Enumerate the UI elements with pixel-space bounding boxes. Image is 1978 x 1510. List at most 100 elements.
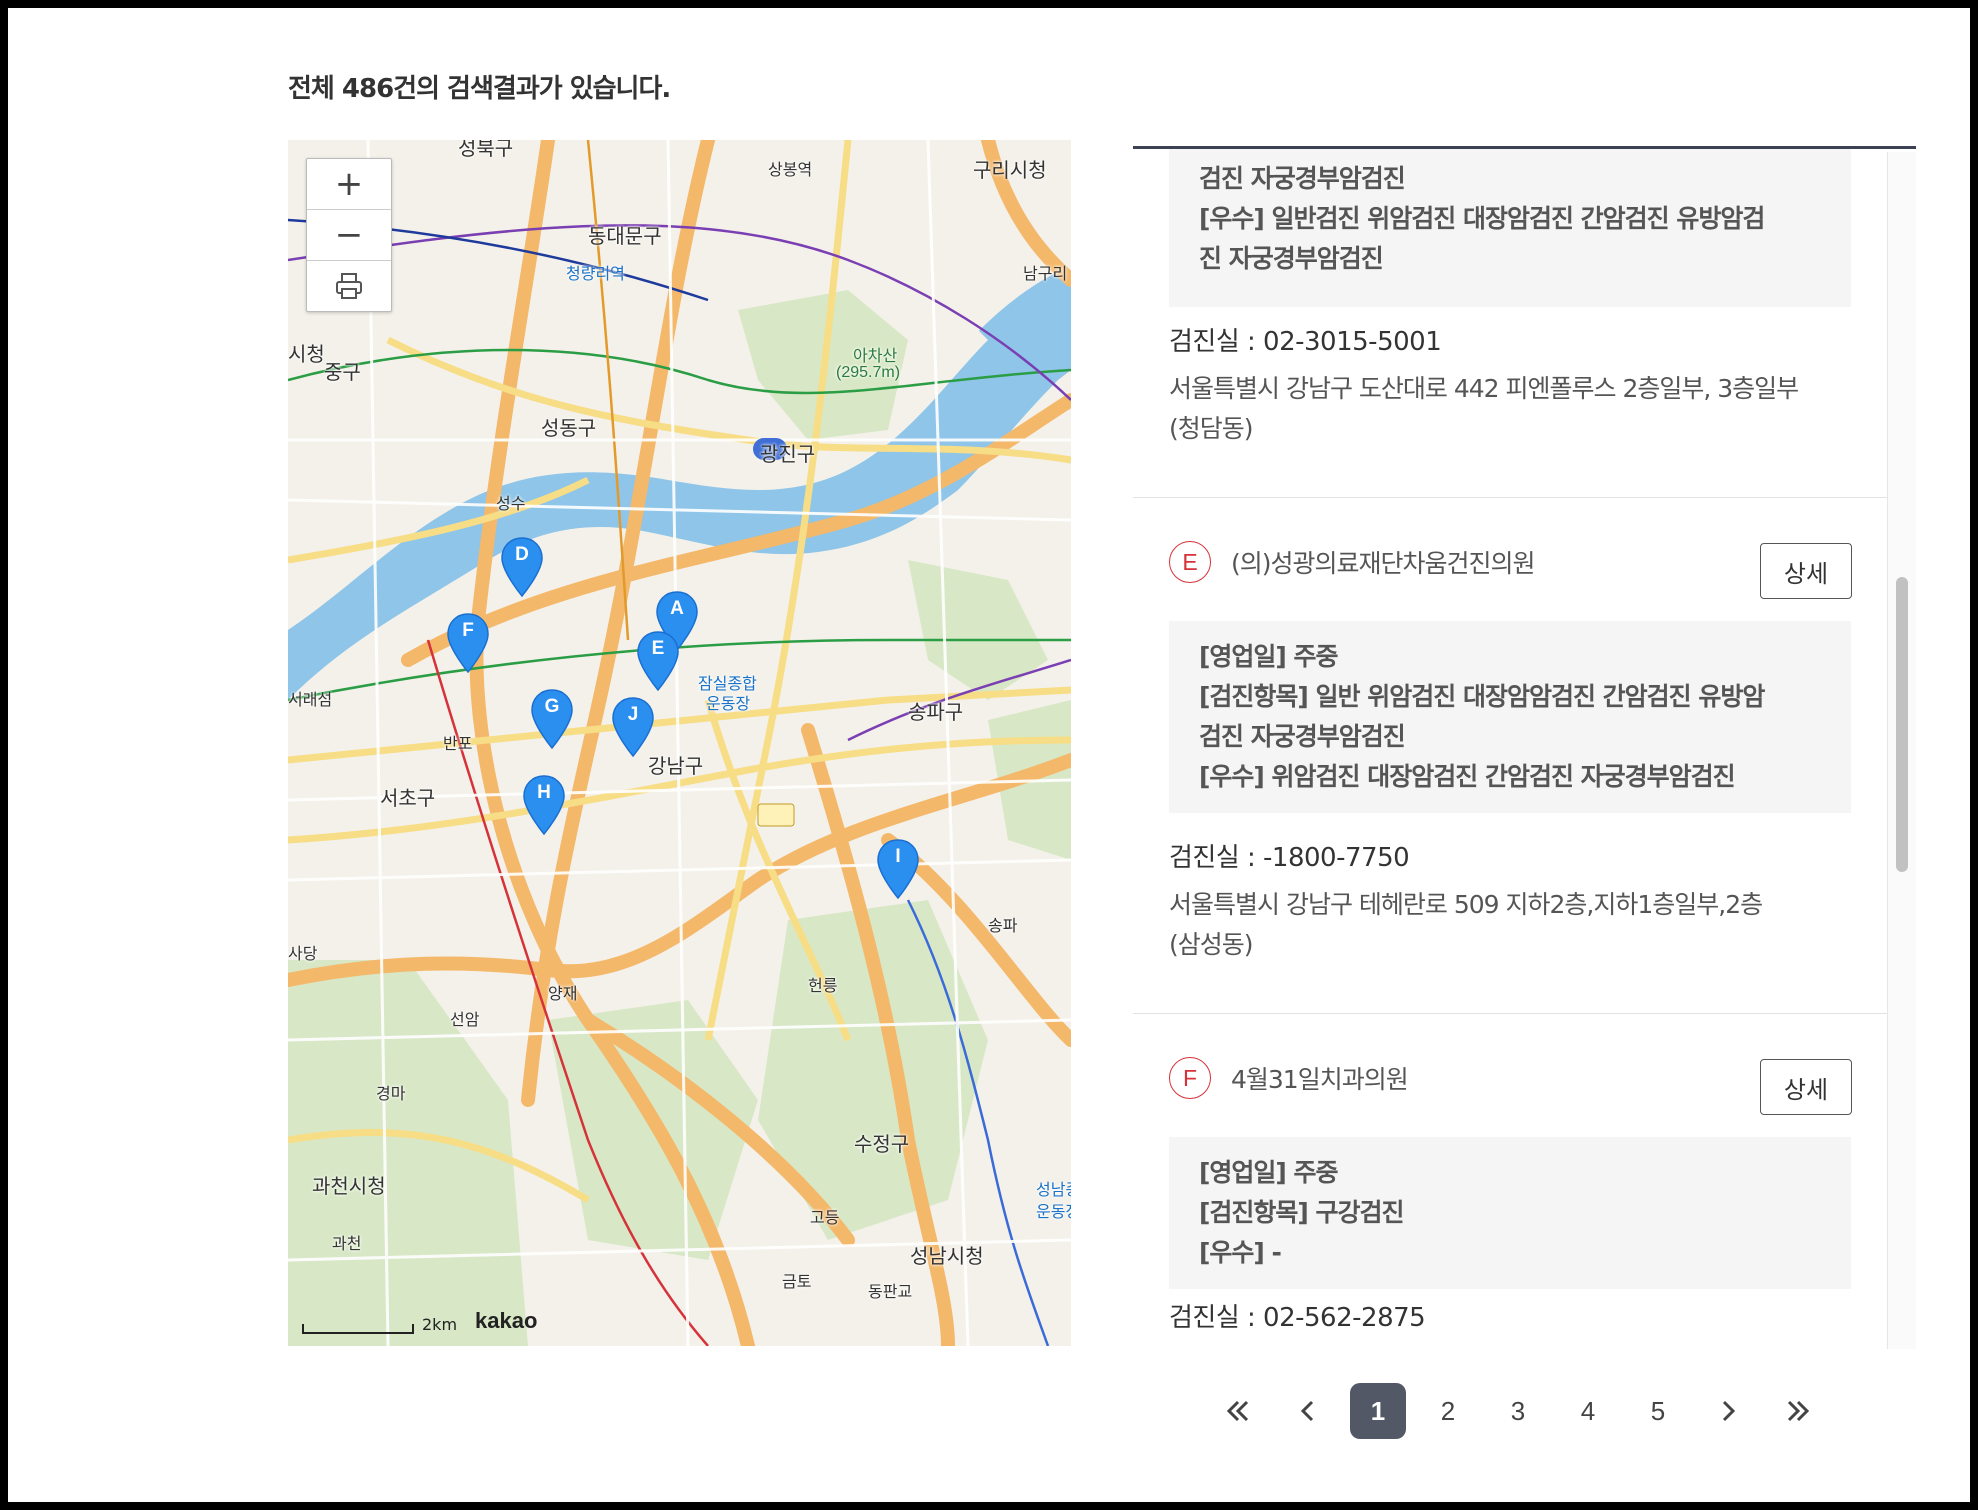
map-place-label: 강남구 [648, 756, 704, 778]
map-place-label: 성남종 [1036, 1182, 1071, 1199]
map-place-label: 양재 [548, 986, 578, 1003]
map-place-label: 성수 [496, 496, 526, 513]
map-place-label: 서래섬 [288, 692, 333, 709]
map-place-label: 구리시청 [973, 160, 1047, 182]
scale-label: 2km [422, 1315, 458, 1334]
map-place-label: 청량리역 [566, 266, 625, 283]
double-chevron-right-icon [1787, 1400, 1810, 1422]
printer-icon [336, 273, 362, 299]
map-marker-letter: E [651, 638, 665, 659]
map-place-label: 남구리 [1023, 266, 1068, 283]
detail-button[interactable]: 상세 [1760, 543, 1852, 599]
clinic-name: 4월31일치과의원 [1231, 1065, 1409, 1094]
map-place-label: 동판교 [868, 1284, 913, 1301]
map-marker-g[interactable]: G [530, 688, 574, 750]
scale-bar [302, 1324, 414, 1334]
list-item[interactable]: E (의)성광의료재단차움건진의원 상세 [영업일] 주중 [검진항목] 일반 … [1133, 497, 1888, 1014]
map-place-label: 동대문구 [588, 226, 662, 248]
map-place-label: 성북구 [458, 140, 514, 160]
map-place-label: (295.7m) [836, 364, 901, 381]
map-marker-letter: I [895, 846, 901, 867]
map-place-label: 상봉역 [768, 162, 813, 179]
zoom-out-button[interactable]: − [307, 210, 391, 261]
map-place-label: 헌릉 [808, 978, 838, 995]
pagination: 1 2 3 4 5 [1203, 1383, 1833, 1439]
chevron-left-icon [1300, 1400, 1314, 1422]
map-marker-letter: J [627, 704, 639, 725]
prev-page-button[interactable] [1280, 1383, 1336, 1439]
address-line: (삼성동) [1169, 930, 1254, 959]
info-line: [검진항목] 일반 위암검진 대장암암검진 간암검진 유방암 [1199, 682, 1765, 711]
map-place-label: 아차산 [853, 348, 898, 365]
page: 전체 486건의 검색결과가 있습니다. + − 성북구 상봉역 구리시청 동대… [8, 8, 1970, 1502]
last-page-button[interactable] [1770, 1383, 1826, 1439]
map-place-label: 과천시청 [312, 1176, 386, 1198]
page-3-button[interactable]: 3 [1490, 1383, 1546, 1439]
scrollbar-thumb[interactable] [1896, 577, 1908, 872]
map-place-label: 반포 [443, 736, 473, 753]
map-place-label: 서초구 [380, 788, 436, 810]
print-button[interactable] [307, 261, 391, 311]
page-1-button[interactable]: 1 [1350, 1383, 1406, 1439]
map-marker-letter: H [537, 782, 551, 803]
marker-letter-badge: F [1169, 1057, 1211, 1099]
map[interactable]: + − 성북구상봉역 구리시청동대문구청량리역 남구리시청 중구 아차산 (295.7m)… [288, 140, 1071, 1346]
map-place-label: 시청 [288, 344, 325, 366]
map-marker-j[interactable]: J [611, 696, 655, 758]
address-line: 서울특별시 강남구 테헤란로 509 지하2층,지하1층일부,2층 [1169, 890, 1763, 919]
page-4-button[interactable]: 4 [1560, 1383, 1616, 1439]
map-marker-letter: D [515, 544, 529, 565]
address: 서울특별시 강남구 테헤란로 509 지하2층,지하1층일부,2층 (삼성동) [1169, 885, 1869, 965]
item-header: E (의)성광의료재단차움건진의원 [1169, 541, 1536, 583]
info-line: [우수] 일반검진 위암검진 대장암검진 간암검진 유방암검 [1199, 204, 1765, 233]
info-line: 검진 자궁경부암검진 [1199, 164, 1406, 193]
map-place-label: 중구 [324, 362, 361, 384]
map-marker-i[interactable]: I [876, 838, 920, 900]
map-place-label: 고등 [810, 1210, 840, 1227]
map-place-label: 운동장 [706, 696, 751, 713]
map-base-layer [288, 140, 1071, 1346]
phone-number: 검진실 : 02-562-2875 [1169, 1303, 1426, 1333]
info-line: [우수] 위암검진 대장암검진 간암검진 자궁경부암검진 [1199, 762, 1736, 791]
phone-number: 검진실 : -1800-7750 [1169, 843, 1410, 873]
map-marker-letter: A [670, 598, 684, 619]
info-line: [영업일] 주중 [1199, 642, 1339, 671]
map-place-label: 운동장 [1036, 1204, 1071, 1221]
map-marker-letter: F [462, 620, 474, 641]
map-place-label: 성남시청 [910, 1246, 984, 1268]
page-5-button[interactable]: 5 [1630, 1383, 1686, 1439]
map-place-label: 송파구 [908, 702, 964, 724]
map-marker-d[interactable]: D [500, 536, 544, 598]
info-box: 검진 자궁경부암검진 [우수] 일반검진 위암검진 대장암검진 간암검진 유방암… [1169, 149, 1851, 307]
info-box: [영업일] 주중 [검진항목] 구강검진 [우수] - [1169, 1137, 1851, 1289]
map-zoom-control: + − [306, 158, 392, 312]
info-line: [우수] - [1199, 1238, 1282, 1267]
first-page-button[interactable] [1210, 1383, 1266, 1439]
map-place-label: 성동구 [541, 418, 597, 440]
info-line: 진 자궁경부암검진 [1199, 244, 1384, 273]
info-line: [검진항목] 구강검진 [1199, 1198, 1405, 1227]
map-scale: 2km kakao [302, 1308, 537, 1334]
map-marker-e[interactable]: E [636, 630, 680, 692]
chevron-right-icon [1722, 1400, 1736, 1422]
address-line: 서울특별시 강남구 도산대로 442 피엔폴루스 2층일부, 3층일부 [1169, 374, 1799, 403]
zoom-in-button[interactable]: + [307, 159, 391, 210]
map-place-label: 광진구 [760, 444, 816, 466]
kakao-logo: kakao [475, 1308, 538, 1333]
map-place-label: 과천 [332, 1236, 362, 1253]
address-line: (청담동) [1169, 414, 1254, 443]
map-place-label: 금토 [782, 1274, 812, 1291]
next-page-button[interactable] [1700, 1383, 1756, 1439]
list-item: 검진 자궁경부암검진 [우수] 일반검진 위암검진 대장암검진 간암검진 유방암… [1133, 149, 1888, 498]
map-marker-h[interactable]: H [522, 774, 566, 836]
list-item[interactable]: F 4월31일치과의원 상세 [영업일] 주중 [검진항목] 구강검진 [우수]… [1133, 1013, 1888, 1349]
phone-number: 검진실 : 02-3015-5001 [1169, 327, 1442, 357]
clinic-name: (의)성광의료재단차움건진의원 [1231, 549, 1536, 578]
result-list[interactable]: 검진 자궁경부암검진 [우수] 일반검진 위암검진 대장암검진 간암검진 유방암… [1133, 146, 1916, 1349]
double-chevron-left-icon [1226, 1400, 1249, 1422]
map-marker-f[interactable]: F [446, 612, 490, 674]
list-scrollbar[interactable] [1887, 152, 1916, 1349]
page-2-button[interactable]: 2 [1420, 1383, 1476, 1439]
detail-button[interactable]: 상세 [1760, 1059, 1852, 1115]
info-line: 검진 자궁경부암검진 [1199, 722, 1406, 751]
